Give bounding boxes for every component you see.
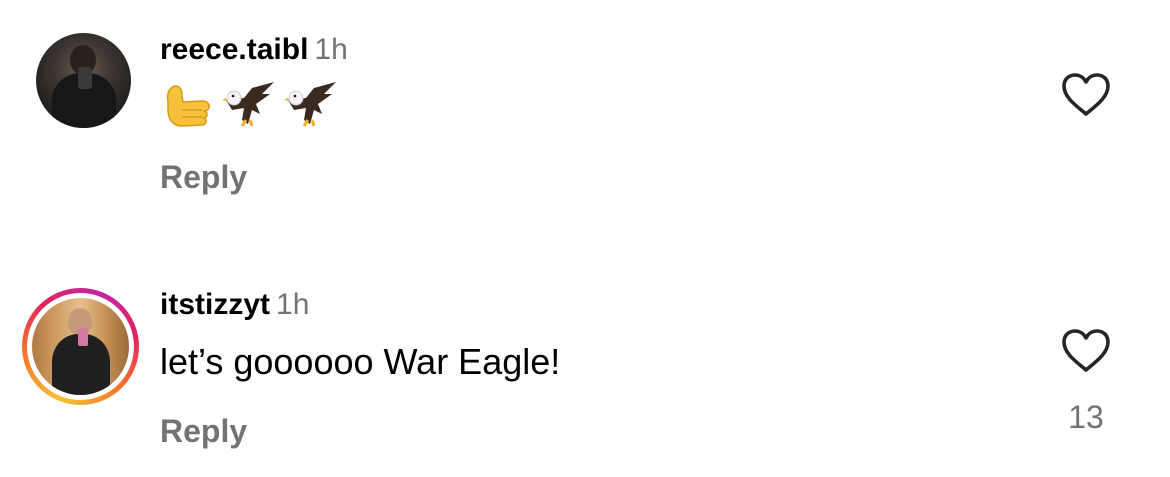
eagle-emoji bbox=[284, 82, 336, 127]
like-count: 13 bbox=[1068, 399, 1104, 435]
emoji-row bbox=[160, 80, 340, 130]
avatar bbox=[32, 298, 129, 395]
comment-header: reece.taibl 1h bbox=[160, 32, 348, 68]
phone-shape bbox=[78, 67, 92, 89]
phone-shape bbox=[78, 328, 88, 346]
heart-outline-icon bbox=[1062, 73, 1110, 116]
reply-button[interactable]: Reply bbox=[160, 158, 247, 196]
call-me-hand-emoji bbox=[166, 85, 210, 127]
comment-item: itstizzyt 1h let’s goooooo War Eagle! Rep… bbox=[0, 270, 1170, 477]
comment-item: reece.taibl 1h Reply bbox=[0, 0, 1170, 230]
timestamp: 1h bbox=[314, 33, 348, 66]
username[interactable]: itstizzyt bbox=[160, 288, 270, 321]
avatar[interactable] bbox=[36, 33, 131, 128]
timestamp: 1h bbox=[276, 288, 310, 321]
comment-header: itstizzyt 1h bbox=[160, 287, 309, 323]
like-button[interactable] bbox=[1060, 328, 1112, 374]
like-button[interactable] bbox=[1060, 72, 1112, 118]
eagle-emoji bbox=[222, 82, 274, 127]
heart-outline-icon bbox=[1062, 329, 1110, 372]
reply-button[interactable]: Reply bbox=[160, 412, 247, 450]
username[interactable]: reece.taibl bbox=[160, 33, 308, 66]
comment-text: let’s goooooo War Eagle! bbox=[160, 341, 561, 382]
avatar-story-ring[interactable] bbox=[22, 288, 139, 405]
comment-text bbox=[160, 80, 340, 130]
